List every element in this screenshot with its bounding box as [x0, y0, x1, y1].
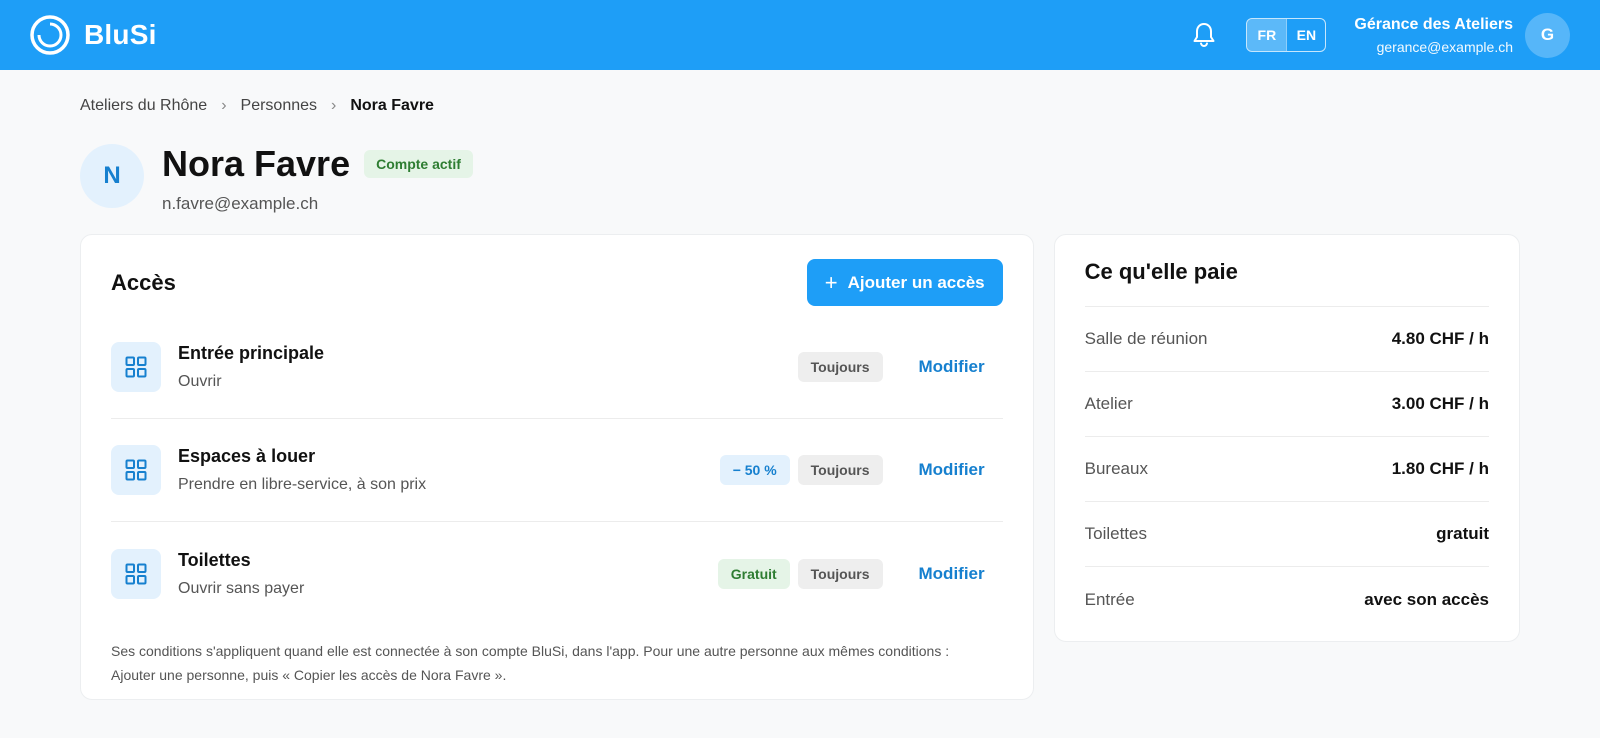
account-name: Gérance des Ateliers: [1354, 15, 1513, 33]
page-title: Nora Favre: [162, 143, 351, 184]
main-content: Ateliers du Rhône › Personnes › Nora Fav…: [0, 70, 1600, 700]
status-badge: Compte actif: [364, 150, 473, 178]
add-access-label: Ajouter un accès: [847, 272, 985, 292]
access-title: Espaces à louer: [178, 446, 316, 466]
access-subtitle: Ouvrir: [178, 373, 222, 390]
account-avatar[interactable]: G: [1525, 12, 1570, 58]
free-badge: Gratuit: [717, 558, 790, 589]
profile-avatar: N: [80, 144, 144, 208]
pricing-label: Atelier: [1084, 394, 1133, 413]
discount-badge: − 50 %: [719, 455, 790, 485]
breadcrumb-item-current: Nora Favre: [350, 97, 434, 114]
access-footnote: Ses conditions s'appliquent quand elle e…: [111, 643, 950, 683]
pricing-row: Salle de réunion 4.80 CHF / h: [1084, 307, 1489, 372]
profile-header: N Nora Favre Compte actif n.favre@exampl…: [80, 144, 1520, 214]
pricing-value: avec son accès: [1364, 589, 1489, 609]
brand-name: BluSi: [84, 19, 157, 50]
schedule-badge: Toujours: [797, 558, 883, 589]
pricing-row: Atelier 3.00 CHF / h: [1084, 372, 1489, 437]
access-title: Toilettes: [178, 549, 251, 570]
access-row: Entrée principale Ouvrir Toujours Modifi…: [111, 316, 1003, 419]
pricing-card-title: Ce qu'elle paie: [1084, 259, 1238, 284]
modify-access-link[interactable]: Modifier: [919, 460, 985, 480]
pricing-value: 3.00 CHF / h: [1391, 394, 1489, 413]
pricing-row: Bureaux 1.80 CHF / h: [1084, 437, 1489, 502]
content-columns: Accès + Ajouter un accès Entrée principa…: [80, 234, 1520, 700]
access-subtitle: Ouvrir sans payer: [178, 579, 305, 597]
modify-access-link[interactable]: Modifier: [919, 564, 985, 584]
breadcrumb-item-ateliers[interactable]: Ateliers du Rhône: [80, 97, 207, 115]
access-card-title: Accès: [111, 269, 176, 295]
access-tags: − 50 % Toujours: [719, 455, 883, 485]
brand[interactable]: BluSi: [30, 15, 157, 55]
pricing-row: Entrée avec son accès: [1085, 567, 1489, 632]
pricing-list: Salle de réunion 4.80 CHF / h Atelier 3.…: [1084, 306, 1489, 632]
modify-access-link[interactable]: Modifier: [919, 357, 985, 377]
access-title: Entrée principale: [178, 343, 325, 363]
grid-icon: [111, 445, 161, 495]
add-access-button[interactable]: + Ajouter un accès: [806, 259, 1003, 306]
pricing-value: 4.80 CHF / h: [1391, 329, 1489, 348]
pricing-value: 1.80 CHF / h: [1391, 459, 1489, 478]
profile-email: n.favre@example.ch: [162, 194, 319, 213]
access-row: Toilettes Ouvrir sans payer Gratuit Touj…: [111, 522, 1003, 625]
pricing-label: Toilettes: [1084, 524, 1147, 543]
breadcrumb-item-personnes[interactable]: Personnes: [241, 97, 318, 115]
language-en-button[interactable]: EN: [1286, 19, 1325, 51]
access-tags: Gratuit Toujours: [717, 558, 883, 589]
access-subtitle: Prendre en libre-service, à son prix: [178, 476, 427, 493]
top-bar: BluSi FR EN Gérance des Ateliers gerance…: [0, 0, 1600, 70]
account-email: gerance@example.ch: [1376, 38, 1513, 55]
access-tags: Toujours: [797, 352, 883, 382]
notifications-bell-icon[interactable]: [1190, 21, 1218, 49]
schedule-badge: Toujours: [797, 455, 883, 485]
breadcrumb: Ateliers du Rhône › Personnes › Nora Fav…: [80, 70, 1520, 142]
schedule-badge: Toujours: [797, 352, 883, 382]
plus-icon: +: [824, 269, 838, 295]
blusi-logo-icon: [30, 15, 70, 55]
pricing-label: Bureaux: [1084, 459, 1148, 478]
access-list: Entrée principale Ouvrir Toujours Modifi…: [111, 316, 1003, 625]
pricing-label: Entrée: [1084, 589, 1135, 609]
breadcrumb-separator: ›: [221, 97, 227, 114]
access-card: Accès + Ajouter un accès Entrée principa…: [80, 234, 1034, 700]
pricing-card: Ce qu'elle paie Salle de réunion 4.80 CH…: [1053, 234, 1520, 642]
grid-icon: [111, 342, 161, 392]
grid-icon: [111, 548, 161, 599]
account-info[interactable]: Gérance des Ateliers gerance@example.ch: [1354, 16, 1513, 55]
language-switch: FR EN: [1246, 18, 1327, 52]
pricing-value: gratuit: [1436, 524, 1489, 543]
pricing-row: Toilettes gratuit: [1084, 502, 1489, 567]
breadcrumb-separator: ›: [331, 97, 337, 114]
language-fr-button[interactable]: FR: [1247, 19, 1287, 51]
access-row: Espaces à louer Prendre en libre-service…: [111, 419, 1003, 522]
pricing-label: Salle de réunion: [1084, 329, 1208, 348]
topbar-right: FR EN Gérance des Ateliers gerance@examp…: [1190, 12, 1570, 58]
